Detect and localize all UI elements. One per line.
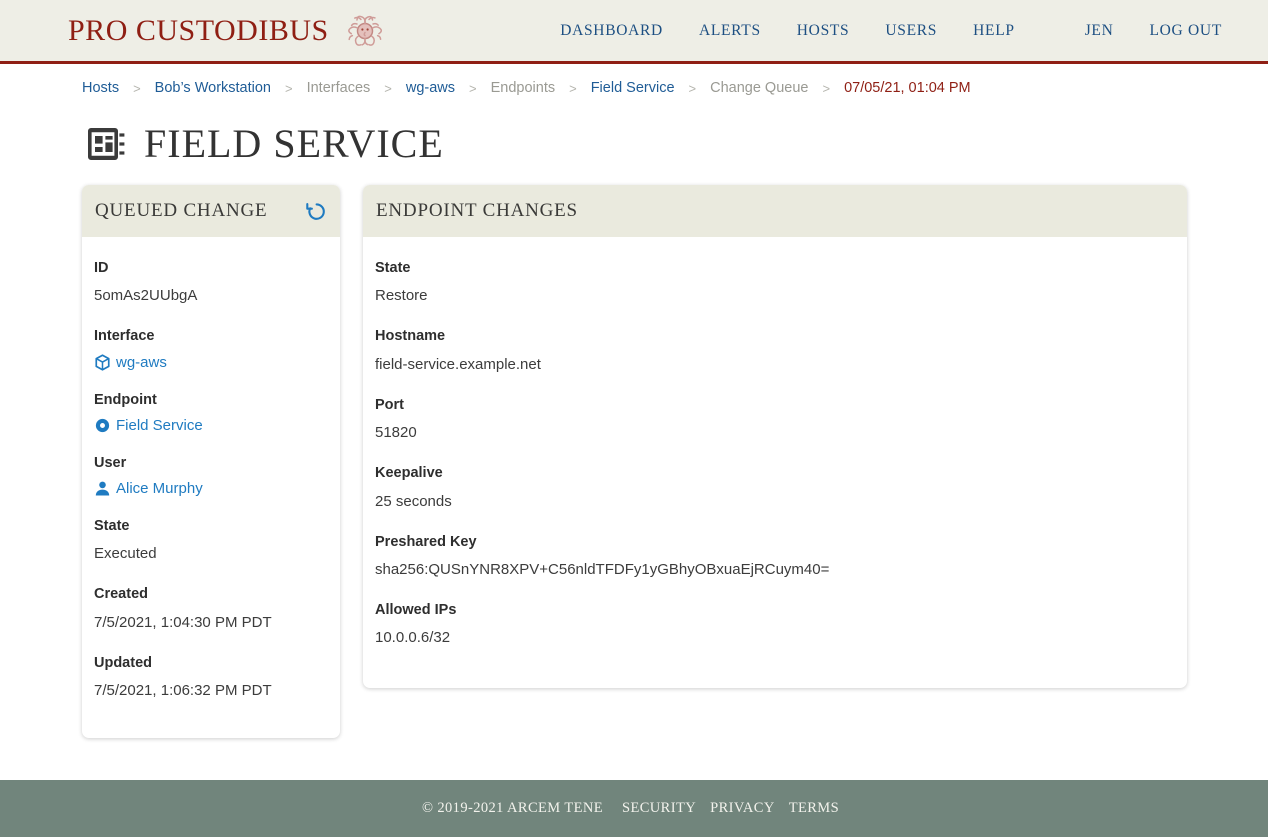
queued-change-card-header: QUEUED CHANGE [82, 185, 340, 237]
nav-dashboard[interactable]: DASHBOARD [542, 22, 681, 40]
user-icon [94, 480, 111, 497]
field-label-hostname: Hostname [375, 328, 446, 345]
field-id: ID 5omAs2UUbgA [94, 253, 328, 317]
queued-change-heading: QUEUED CHANGE [95, 200, 268, 221]
field-value-allowed-ips: 10.0.0.6/32 [375, 629, 451, 647]
field-hostname: Hostname field-service.example.net [375, 321, 1175, 385]
page-title: FIELD SERVICE [0, 106, 1268, 185]
field-label-created: Created [94, 586, 148, 603]
field-value-preshared-key: sha256:QUSnYNR8XPV+C56nldTFDFy1yGBhyOBxu… [375, 560, 830, 578]
top-header-bar: PRO CUSTODIBUS DASHBOARD ALERTS HOSTS US… [0, 0, 1268, 64]
field-created: Created 7/5/2021, 1:04:30 PM PDT [94, 579, 328, 643]
field-value-interface-label: wg-aws [116, 353, 167, 371]
field-label-id: ID [94, 260, 109, 276]
endpoint-changes-card-body: State Restore Hostname field-service.exa… [363, 237, 1187, 688]
primary-navigation: DASHBOARD ALERTS HOSTS USERS HELP JEN LO… [542, 22, 1240, 40]
field-label-port: Port [375, 396, 404, 413]
page-title-text: FIELD SERVICE [144, 121, 444, 166]
medusa-head-logo-icon [343, 10, 387, 52]
endpoint-dot-icon [94, 417, 111, 434]
page-footer: © 2019-2021 ARCEM TENE SECURITY PRIVACY … [0, 780, 1268, 837]
footer-copyright: © 2019-2021 ARCEM TENE [421, 800, 604, 816]
queued-change-card-body: ID 5omAs2UUbgA Interface wg-aws Endpoint [82, 237, 340, 738]
field-state: State Restore [375, 253, 1175, 317]
field-preshared-key: Preshared Key sha256:QUSnYNR8XPV+C56nldT… [375, 527, 1175, 591]
breadcrumb-separator: > [133, 80, 141, 96]
breadcrumb-item-wg-aws[interactable]: wg-aws [406, 80, 455, 96]
field-value-endpoint-label: Field Service [116, 416, 203, 434]
breadcrumb-separator: > [569, 80, 577, 96]
field-label-user: User [94, 454, 127, 471]
field-label-endpoint: Endpoint [94, 391, 157, 408]
footer-security[interactable]: SECURITY [615, 800, 703, 817]
breadcrumb-item-hosts[interactable]: Hosts [82, 80, 119, 96]
endpoint-chip-icon [84, 122, 128, 166]
field-keepalive: Keepalive 25 seconds [375, 458, 1175, 522]
breadcrumb-separator: > [822, 80, 831, 96]
field-label-keepalive: Keepalive [375, 465, 443, 482]
content-cards: QUEUED CHANGE ID 5omAs2UUbgA Interface w… [0, 185, 1268, 739]
field-value-created: 7/5/2021, 1:04:30 PM PDT [94, 613, 272, 631]
field-value-updated: 7/5/2021, 1:06:32 PM PDT [94, 682, 272, 700]
field-label-allowed-ips: Allowed IPs [375, 602, 457, 619]
brand-name: PRO CUSTODIBUS [68, 13, 329, 47]
queued-change-card: QUEUED CHANGE ID 5omAs2UUbgA Interface w… [82, 185, 340, 739]
field-allowed-ips: Allowed IPs 10.0.0.6/32 [375, 595, 1175, 659]
endpoint-changes-card: ENDPOINT CHANGES State Restore Hostname … [363, 185, 1187, 688]
nav-hosts[interactable]: HOSTS [779, 22, 868, 40]
field-port: Port 51820 [375, 390, 1175, 454]
field-label-updated: Updated [94, 654, 152, 671]
field-value-state: Executed [94, 545, 157, 563]
breadcrumb-separator: > [384, 80, 392, 96]
field-value-endpoint-link[interactable]: Field Service [94, 414, 203, 444]
breadcrumb-item-interfaces: Interfaces [306, 80, 371, 96]
nav-alerts[interactable]: ALERTS [681, 22, 779, 40]
field-label-state: State [94, 518, 130, 534]
field-label-interface: Interface [94, 328, 155, 345]
breadcrumb-separator: > [285, 80, 293, 96]
field-value-port: 51820 [375, 424, 417, 442]
breadcrumb: Hosts > Bob’s Workstation > Interfaces >… [0, 64, 1268, 106]
field-value-state: Restore [375, 287, 428, 305]
field-value-keepalive: 25 seconds [375, 492, 452, 510]
breadcrumb-item-change-queue: Change Queue [710, 80, 809, 96]
field-updated: Updated 7/5/2021, 1:06:32 PM PDT [94, 648, 328, 712]
breadcrumb-item-endpoints: Endpoints [490, 80, 556, 96]
brand-logo[interactable]: PRO CUSTODIBUS [68, 10, 387, 52]
nav-users[interactable]: USERS [867, 22, 955, 40]
cube-icon [94, 354, 111, 371]
nav-log-out[interactable]: LOG OUT [1132, 22, 1241, 40]
footer-privacy[interactable]: PRIVACY [703, 800, 782, 817]
field-state: State Executed [94, 511, 328, 575]
endpoint-changes-heading: ENDPOINT CHANGES [376, 200, 578, 221]
field-user: User Alice Murphy [94, 448, 328, 507]
footer-terms[interactable]: TERMS [782, 800, 846, 817]
field-label-preshared-key: Preshared Key [375, 533, 477, 550]
field-interface: Interface wg-aws [94, 321, 328, 380]
field-value-user-link[interactable]: Alice Murphy [94, 477, 203, 507]
breadcrumb-item-current: 07/05/21, 01:04 PM [844, 80, 971, 96]
breadcrumb-item-field-service[interactable]: Field Service [591, 80, 675, 96]
field-value-user-label: Alice Murphy [116, 480, 203, 497]
revert-circular-arrow-icon[interactable] [306, 201, 327, 222]
breadcrumb-separator: > [688, 80, 697, 96]
breadcrumb-item-bobs-workstation[interactable]: Bob’s Workstation [155, 80, 271, 96]
field-value-id: 5omAs2UUbgA [94, 287, 198, 305]
nav-account-jen[interactable]: JEN [1067, 22, 1132, 40]
field-value-interface-link[interactable]: wg-aws [94, 351, 167, 381]
nav-help[interactable]: HELP [955, 22, 1033, 40]
field-value-hostname: field-service.example.net [375, 355, 541, 373]
field-label-state: State [375, 260, 411, 276]
field-endpoint: Endpoint Field Service [94, 385, 328, 444]
breadcrumb-separator: > [469, 80, 477, 96]
endpoint-changes-card-header: ENDPOINT CHANGES [363, 185, 1187, 237]
